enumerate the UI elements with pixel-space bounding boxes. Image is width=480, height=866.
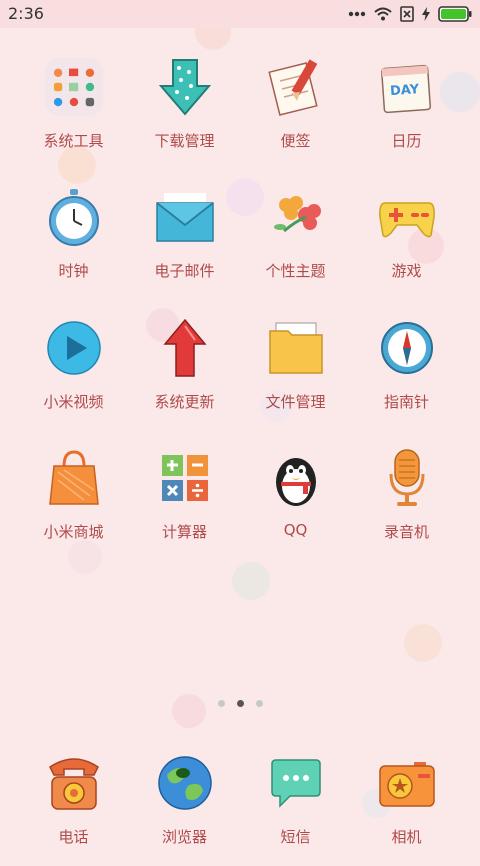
app-games[interactable]: 游戏: [351, 178, 462, 300]
app-mi-store[interactable]: 小米商城: [18, 439, 129, 561]
qq-penguin-icon: [265, 447, 327, 509]
app-label: 小米视频: [43, 393, 104, 411]
battery-icon: [438, 6, 472, 22]
shopping-bag-icon: [43, 447, 105, 509]
app-messages[interactable]: 短信: [240, 744, 351, 866]
camera-icon: [376, 752, 438, 814]
app-label: 指南针: [383, 393, 429, 411]
app-download-manager[interactable]: 下载管理: [129, 48, 240, 170]
app-compass[interactable]: 指南针: [351, 309, 462, 431]
app-mi-video[interactable]: 小米视频: [18, 309, 129, 431]
app-label: 相机: [391, 828, 422, 846]
app-label: QQ: [283, 521, 308, 539]
app-label: 系统更新: [154, 393, 215, 411]
app-label: 计算器: [161, 523, 207, 541]
app-label: 个性主题: [265, 262, 326, 280]
app-themes[interactable]: 个性主题: [240, 178, 351, 300]
file-folder-icon: [265, 317, 327, 379]
charging-bolt-icon: [422, 7, 430, 21]
app-label: 文件管理: [265, 393, 326, 411]
app-camera[interactable]: 相机: [351, 744, 462, 866]
app-file-manager[interactable]: 文件管理: [240, 309, 351, 431]
download-arrow-icon: [154, 56, 216, 118]
status-bar: 2:36: [0, 0, 480, 28]
app-calculator[interactable]: 计算器: [129, 439, 240, 561]
app-label: 小米商城: [43, 523, 104, 541]
video-play-icon: [43, 317, 105, 379]
app-label: 下载管理: [154, 132, 215, 150]
update-arrow-icon: [154, 317, 216, 379]
wifi-icon: [374, 7, 392, 21]
app-label: 便签: [280, 132, 311, 150]
app-email[interactable]: 电子邮件: [129, 178, 240, 300]
calendar-icon-text: DAY: [390, 82, 421, 99]
telephone-icon: [43, 752, 105, 814]
app-qq[interactable]: QQ: [240, 439, 351, 561]
theme-flowers-icon: [265, 186, 327, 248]
page-dot[interactable]: [255, 700, 263, 707]
app-label: 日历: [391, 132, 422, 150]
game-controller-icon: [376, 186, 438, 248]
app-phone[interactable]: 电话: [18, 744, 129, 866]
app-browser[interactable]: 浏览器: [129, 744, 240, 866]
app-label: 系统工具: [43, 132, 104, 150]
app-clock[interactable]: 时钟: [18, 178, 129, 300]
compass-icon: [376, 317, 438, 379]
notepad-pencil-icon: [265, 56, 327, 118]
app-label: 录音机: [383, 523, 429, 541]
app-label: 电子邮件: [154, 262, 215, 280]
app-label: 游戏: [391, 262, 422, 280]
clock-icon: [43, 186, 105, 248]
app-notes[interactable]: 便签: [240, 48, 351, 170]
page-dot-active[interactable]: [236, 700, 244, 707]
folder-system-tools-icon: [43, 56, 105, 118]
app-calendar[interactable]: DAY 日历: [351, 48, 462, 170]
message-bubble-icon: [265, 752, 327, 814]
app-label: 短信: [280, 828, 311, 846]
app-recorder[interactable]: 录音机: [351, 439, 462, 561]
dock: 电话 浏览器 短信 相机: [18, 744, 462, 852]
microphone-icon: [376, 447, 438, 509]
more-dots-icon: [348, 11, 366, 17]
page-indicator[interactable]: [0, 700, 480, 707]
calendar-day-icon: DAY: [376, 56, 438, 118]
no-sim-icon: [400, 6, 414, 22]
app-system-update[interactable]: 系统更新: [129, 309, 240, 431]
app-label: 时钟: [58, 262, 89, 280]
app-label: 电话: [58, 828, 89, 846]
app-label: 浏览器: [161, 828, 207, 846]
page-dot[interactable]: [217, 700, 225, 707]
mail-envelope-icon: [154, 186, 216, 248]
globe-icon: [154, 752, 216, 814]
app-system-tools[interactable]: 系统工具: [18, 48, 129, 170]
calculator-icon: [154, 447, 216, 509]
